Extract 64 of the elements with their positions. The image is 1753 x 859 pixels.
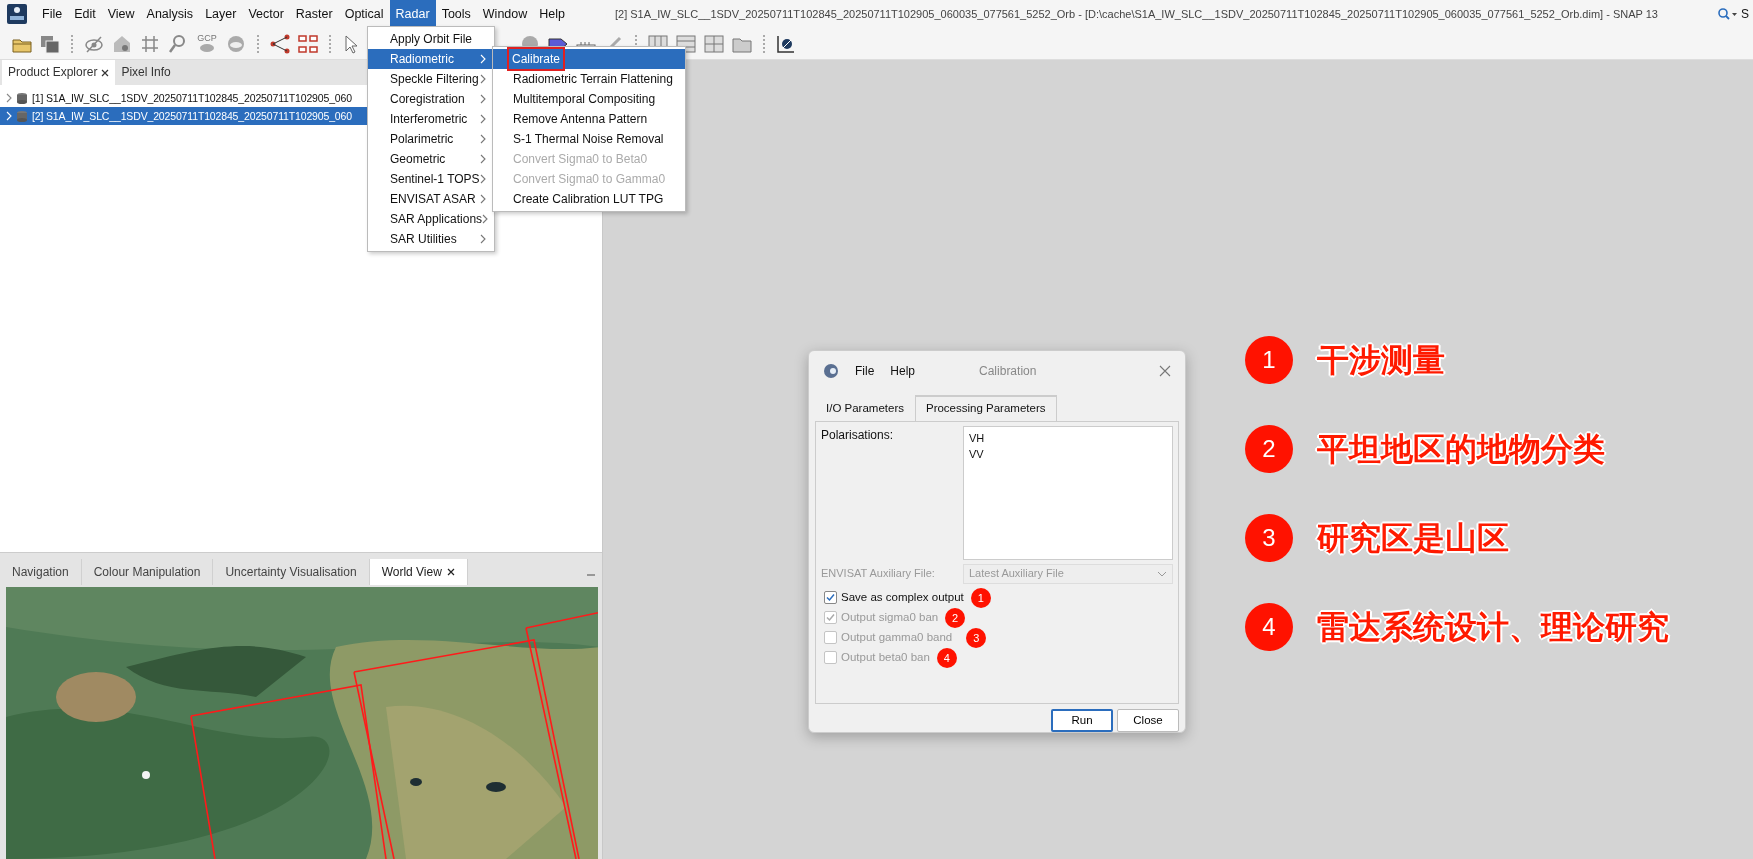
annotation-text: 平坦地区的地物分类 bbox=[1317, 430, 1605, 469]
menu-item[interactable]: Create Calibration LUT TPG bbox=[493, 189, 685, 209]
window-title: [2] S1A_IW_SLC__1SDV_20250711T102845_20250711T102905_060035_077561_5252_Orb - [D:\cache\S1A_IW_SLC__1SDV_20250711T102845_20250711T102905_060035_077561_5252_Orb.dim] - SNAP 13 bbox=[615, 6, 1658, 22]
number-badge: 4 bbox=[1245, 603, 1293, 651]
number-badge: 2 bbox=[1245, 425, 1293, 473]
number-badge: 4 bbox=[936, 647, 957, 668]
annotation-text: 研究区是山区 bbox=[1317, 519, 1509, 558]
panel-tab[interactable]: Product Explorer bbox=[2, 60, 116, 85]
checkbox-label: Output beta0 ban bbox=[841, 649, 930, 665]
polarisation-list[interactable]: VH VV bbox=[963, 425, 1173, 560]
panel-tab[interactable]: World View bbox=[369, 559, 468, 585]
checkbox-label: Output gamma0 band bbox=[841, 629, 953, 645]
dialog-button[interactable]: Close bbox=[1117, 708, 1179, 732]
menu-item[interactable]: Geometric bbox=[368, 149, 494, 169]
menu-item[interactable]: Tools bbox=[435, 0, 477, 28]
list-item[interactable]: VV bbox=[969, 445, 1167, 462]
annotation-text: 雷达系统设计、理论研究 bbox=[1317, 608, 1669, 647]
menu-item[interactable]: SAR Utilities bbox=[368, 229, 494, 249]
menu-item[interactable]: Multitemporal Compositing bbox=[493, 89, 685, 109]
menu-item[interactable]: Sentinel-1 TOPS bbox=[368, 169, 494, 189]
menu-item[interactable]: Edit bbox=[68, 0, 102, 28]
dialog-menu-item[interactable]: Help bbox=[890, 361, 916, 380]
menu-item[interactable]: View bbox=[101, 0, 141, 28]
search-field[interactable]: S bbox=[1741, 5, 1749, 23]
menu-item[interactable]: Help bbox=[533, 0, 571, 28]
panel-tab[interactable]: Pixel Info bbox=[115, 60, 177, 85]
panel-tab[interactable]: Navigation bbox=[0, 559, 82, 585]
menu-item[interactable]: File bbox=[36, 0, 69, 28]
menu-item[interactable]: Radiometric Terrain Flattening bbox=[493, 69, 685, 89]
menu-item[interactable]: Speckle Filtering bbox=[368, 69, 494, 89]
number-badge: 3 bbox=[966, 627, 987, 648]
menu-item[interactable]: Coregistration bbox=[368, 89, 494, 109]
annotation-text: 干涉测量 bbox=[1317, 341, 1445, 380]
number-badge: 1 bbox=[970, 587, 991, 608]
menu-row[interactable]: Calibrate bbox=[493, 49, 685, 69]
menu-item[interactable]: Vector bbox=[242, 0, 290, 28]
checkbox-label: Save as complex output bbox=[841, 589, 964, 605]
menu-item[interactable]: Polarimetric bbox=[368, 129, 494, 149]
menu-item[interactable]: Window bbox=[476, 0, 534, 28]
field-label: Polarisations: bbox=[821, 426, 895, 444]
number-badge: 3 bbox=[1245, 514, 1293, 562]
panel-tab[interactable]: Uncertainty Visualisation bbox=[213, 559, 370, 585]
dialog-button[interactable]: Run bbox=[1051, 708, 1113, 732]
field-label: ENVISAT Auxiliary File: bbox=[821, 566, 936, 582]
menu-item[interactable]: SAR Applications bbox=[368, 209, 494, 229]
menu-item[interactable]: S-1 Thermal Noise Removal bbox=[493, 129, 685, 149]
dialog-tab[interactable]: I/O Parameters bbox=[815, 396, 915, 421]
list-item[interactable]: VH bbox=[969, 429, 1167, 446]
dialog-title: Calibration bbox=[979, 362, 1037, 380]
menu-item[interactable]: Layer bbox=[199, 0, 243, 28]
menu-item[interactable]: ENVISAT ASAR bbox=[368, 189, 494, 209]
dialog-menu-item[interactable]: File bbox=[855, 361, 875, 380]
menu-item[interactable]: Radiometric bbox=[368, 49, 494, 69]
menu-item[interactable]: Calibrate bbox=[509, 49, 564, 69]
menu-item[interactable]: Analysis bbox=[140, 0, 200, 28]
panel-tab[interactable]: Colour Manipulation bbox=[81, 559, 214, 585]
menu-item[interactable]: Apply Orbit File bbox=[368, 29, 494, 49]
menu-item[interactable]: Optical bbox=[338, 0, 390, 28]
number-badge: 2 bbox=[945, 607, 966, 628]
checkbox-label: Output sigma0 ban bbox=[841, 609, 939, 625]
dialog-tab[interactable]: Processing Parameters bbox=[914, 395, 1057, 421]
menu-item[interactable]: Radar bbox=[389, 0, 436, 28]
menu-item[interactable]: Raster bbox=[289, 0, 339, 28]
number-badge: 1 bbox=[1245, 336, 1293, 384]
